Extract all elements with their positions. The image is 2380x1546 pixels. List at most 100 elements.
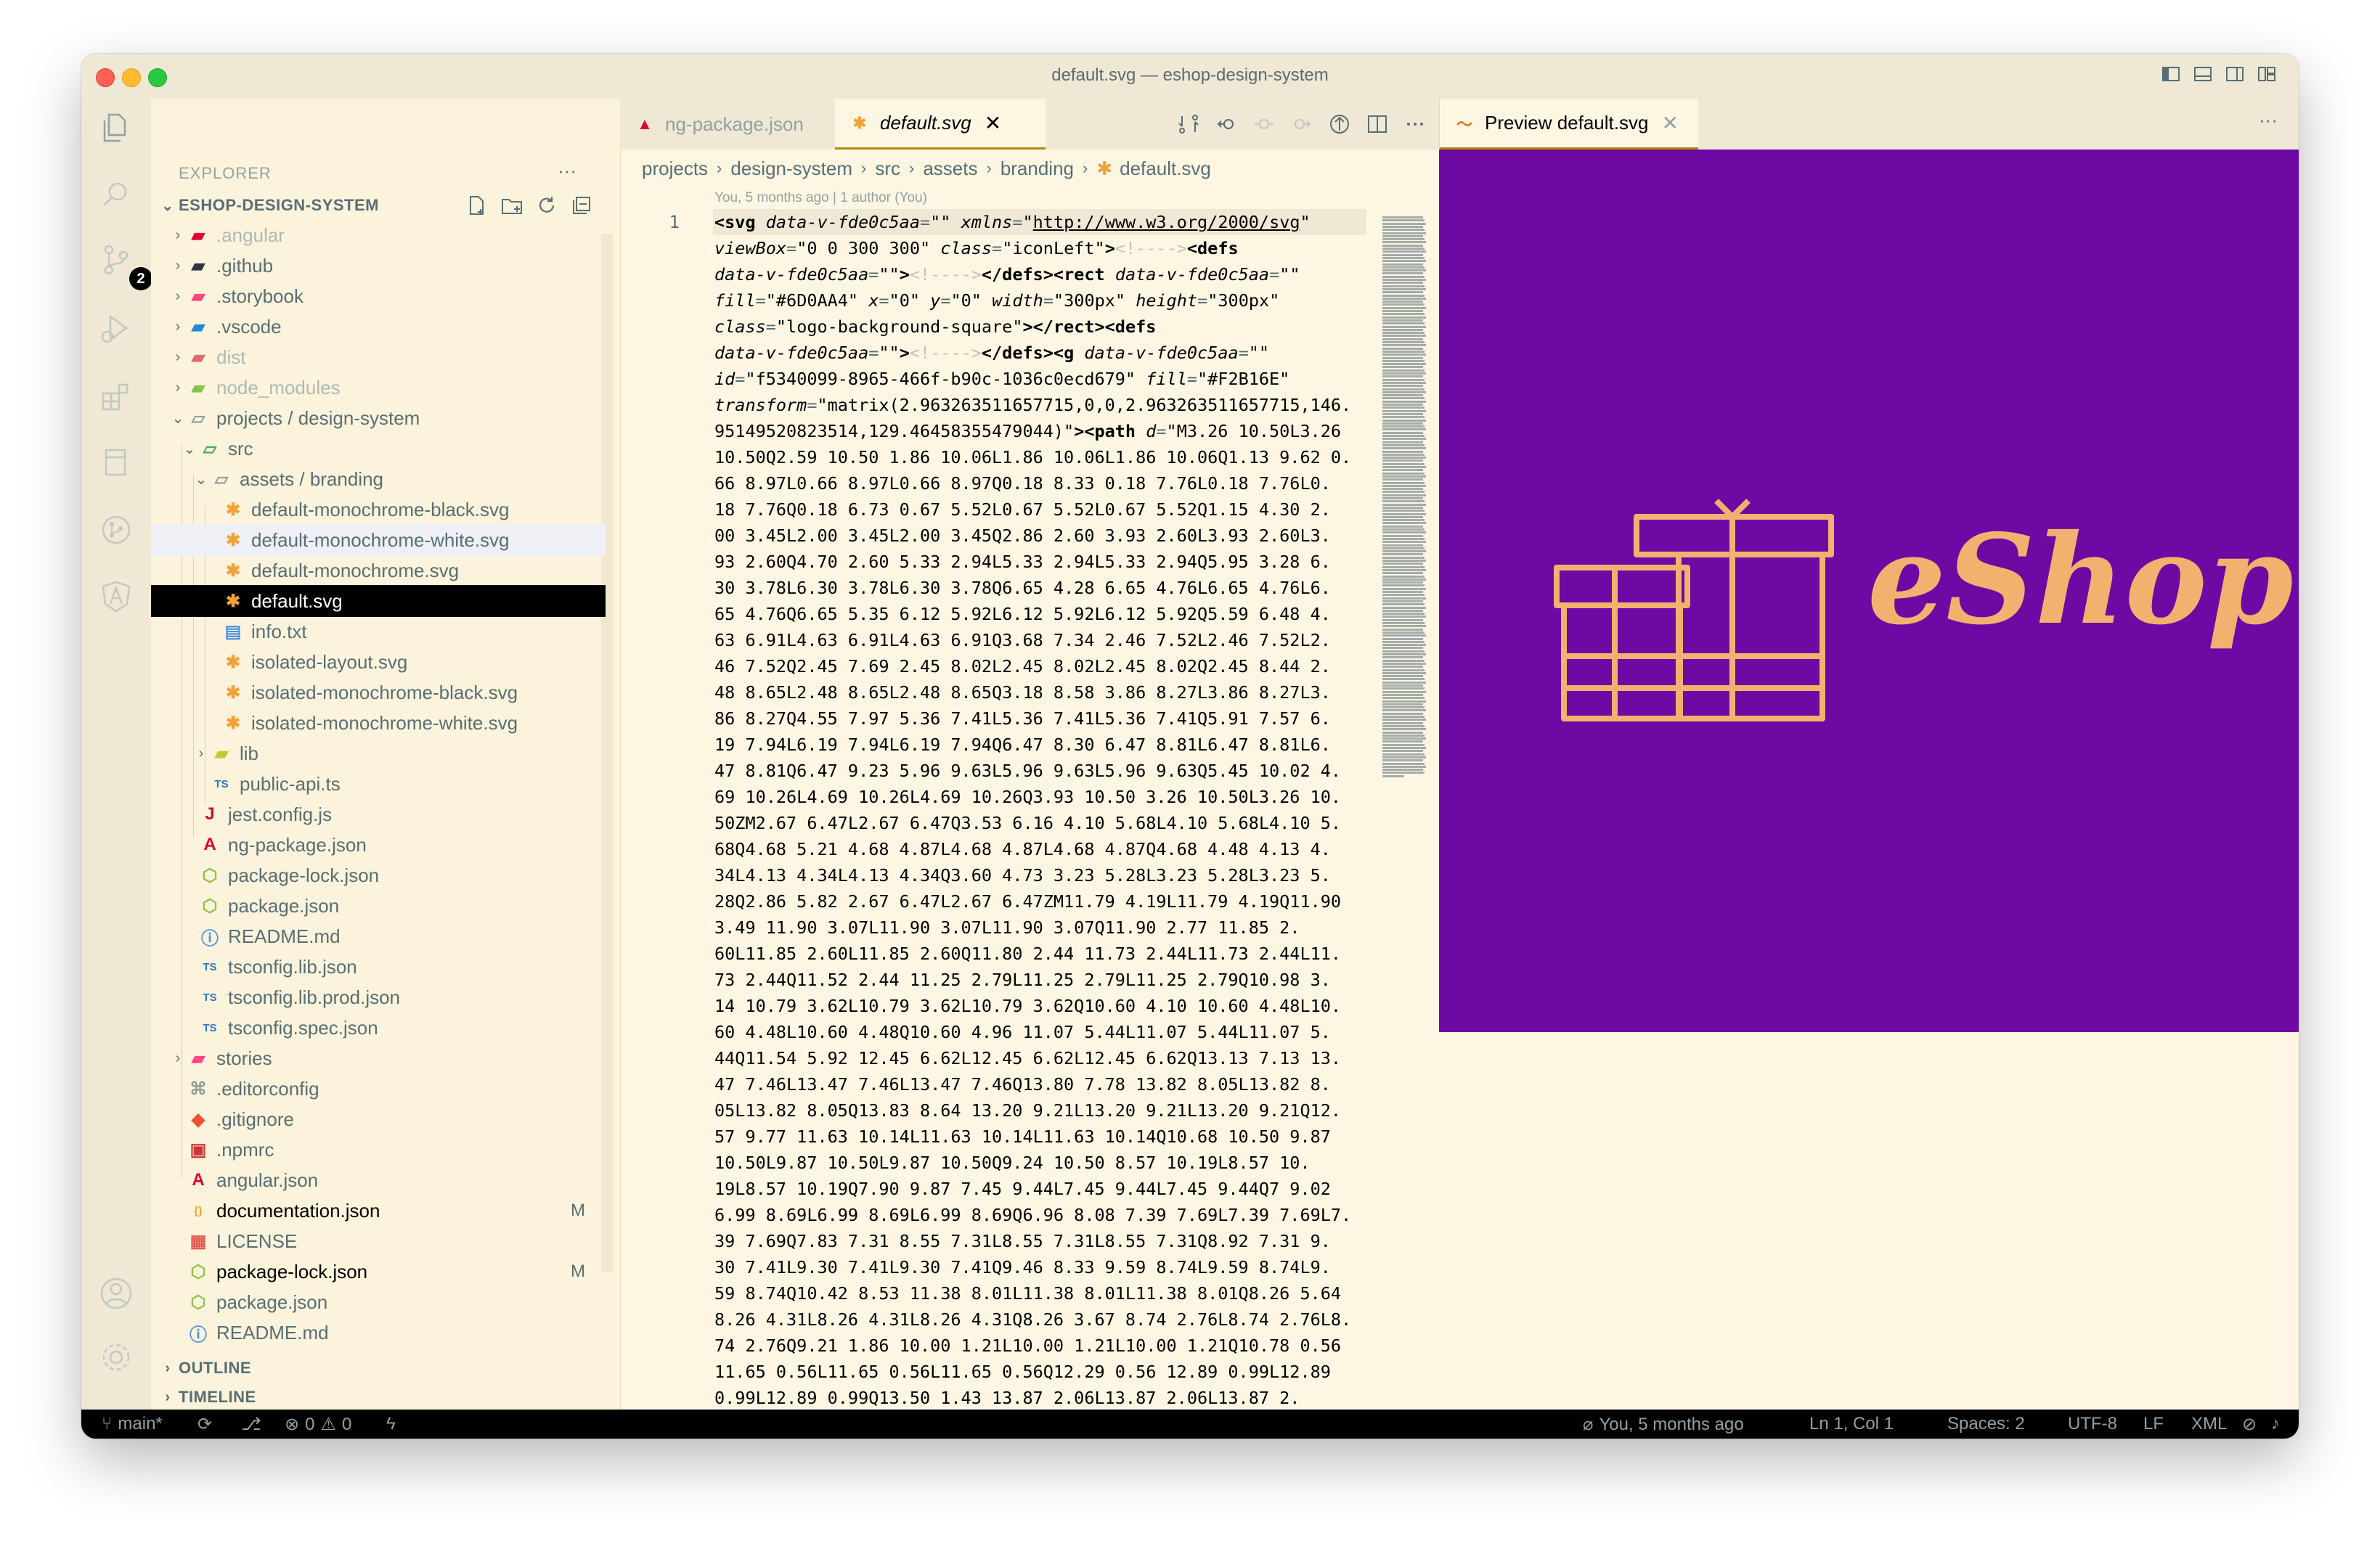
toggle-secondary-sidebar-icon[interactable]: [2225, 64, 2245, 84]
tree-item-label: angular.json: [216, 1169, 319, 1191]
tree-item[interactable]: ⬡ package.json: [151, 890, 606, 922]
tree-item[interactable]: Ang-package.json: [151, 829, 606, 861]
split-editor-icon[interactable]: [1366, 113, 1388, 135]
minimap-line: [1382, 335, 1426, 338]
search-icon[interactable]: [97, 176, 135, 213]
angular-icon[interactable]: [97, 578, 135, 615]
remote-explorer-icon[interactable]: [97, 444, 135, 482]
tree-item[interactable]: ✱ isolated-monochrome-black.svg: [151, 676, 606, 708]
toggle-sidebar-icon[interactable]: [2161, 64, 2181, 84]
lightning-icon[interactable]: ϟ: [386, 1414, 396, 1434]
tree-item[interactable]: › ▰ .vscode: [151, 311, 606, 343]
tree-item[interactable]: ✱ default-monochrome-white.svg: [151, 524, 606, 556]
tree-item[interactable]: ✱ default-monochrome.svg: [151, 555, 606, 586]
tree-item[interactable]: ✱ isolated-layout.svg: [151, 646, 606, 678]
close-tab-icon[interactable]: ✕: [1661, 111, 1678, 135]
git-graph-icon[interactable]: [97, 511, 135, 549]
outline-section-header[interactable]: › OUTLINE: [157, 1359, 607, 1378]
tree-item[interactable]: {} documentation.json M: [151, 1195, 606, 1227]
account-icon[interactable]: [97, 1275, 135, 1312]
publish-icon[interactable]: ⎇: [241, 1414, 261, 1435]
tree-item[interactable]: › ▰ .storybook: [151, 280, 606, 312]
tree-item[interactable]: ▤ info.txt: [151, 615, 606, 647]
tree-item[interactable]: › ▰ lib: [151, 737, 606, 769]
code-content[interactable]: <svg data-v-fde0c5aa="" xmlns="http://ww…: [714, 209, 1368, 1411]
tree-item[interactable]: TS public-api.ts: [151, 768, 606, 800]
explorer-root-header[interactable]: ⌄ ESHOP-DESIGN-SYSTEM: [157, 196, 379, 215]
tree-item[interactable]: ⬡ package.json: [151, 1286, 606, 1318]
more-actions-icon[interactable]: [1404, 113, 1426, 135]
run-debug-icon[interactable]: [97, 309, 135, 347]
source-control-icon[interactable]: 2: [97, 241, 152, 290]
collapse-all-icon[interactable]: [569, 193, 594, 218]
settings-gear-icon[interactable]: [97, 1338, 135, 1376]
tree-item[interactable]: › ▰ .angular: [151, 219, 606, 251]
tree-item[interactable]: ✱ default.svg: [151, 585, 606, 617]
breadcrumb-item[interactable]: branding: [1001, 158, 1074, 180]
notifications-icon[interactable]: ♪: [2271, 1414, 2280, 1434]
tree-item[interactable]: TS tsconfig.spec.json: [151, 1012, 606, 1044]
sync-icon[interactable]: ⟳: [197, 1414, 212, 1435]
breadcrumb-item[interactable]: assets: [923, 158, 977, 180]
eol-status[interactable]: LF: [2143, 1414, 2164, 1434]
tree-item[interactable]: TS tsconfig.lib.json: [151, 951, 606, 983]
encoding-status[interactable]: UTF-8: [2068, 1414, 2117, 1434]
tree-item[interactable]: ⓘ README.md: [151, 1317, 606, 1349]
breadcrumb-item[interactable]: projects: [642, 158, 708, 180]
tree-item[interactable]: › ▰ .github: [151, 250, 606, 282]
tab-default-svg[interactable]: ✱ default.svg ✕: [835, 99, 1046, 150]
more-actions-icon[interactable]: ···: [2259, 109, 2278, 131]
tree-item[interactable]: ⌄ ▱ src: [151, 433, 606, 465]
explorer-icon[interactable]: [97, 109, 135, 147]
open-changes-icon[interactable]: [1329, 113, 1350, 135]
go-back-change-icon[interactable]: [1215, 113, 1237, 135]
explorer-more-actions-button[interactable]: ···: [558, 160, 576, 182]
minimap-line: [1382, 528, 1425, 531]
tree-item[interactable]: ▣ .npmrc: [151, 1134, 606, 1166]
toggle-panel-icon[interactable]: [2193, 64, 2213, 84]
close-tab-icon[interactable]: ✕: [985, 111, 1001, 135]
tree-item[interactable]: ⌘ .editorconfig: [151, 1073, 606, 1105]
new-folder-icon[interactable]: [500, 193, 524, 218]
indentation-status[interactable]: Spaces: 2: [1947, 1414, 2025, 1434]
breadcrumb-item[interactable]: src: [875, 158, 900, 180]
compare-changes-icon[interactable]: [1178, 113, 1199, 135]
minimap-line: [1382, 260, 1426, 263]
tree-item[interactable]: ✱ default-monochrome-black.svg: [151, 494, 606, 525]
tree-item[interactable]: › ▰ node_modules: [151, 372, 606, 404]
tab-ng-package-json[interactable]: ▲ ng-package.json: [620, 99, 849, 150]
codelens-blame[interactable]: You, 5 months ago | 1 author (You): [714, 190, 927, 206]
customize-layout-icon[interactable]: [2257, 64, 2277, 84]
refresh-icon[interactable]: [534, 193, 559, 218]
minimap-line: [1382, 600, 1423, 602]
breadcrumb-item[interactable]: default.svg: [1120, 158, 1211, 180]
tree-item[interactable]: ▦ LICENSE: [151, 1225, 606, 1257]
extensions-icon[interactable]: [97, 377, 135, 415]
breadcrumb-item[interactable]: design-system: [730, 158, 852, 180]
cursor-position[interactable]: Ln 1, Col 1: [1809, 1414, 1894, 1434]
commit-icon[interactable]: [1253, 113, 1275, 135]
tree-item[interactable]: ◆ .gitignore: [151, 1103, 606, 1135]
tree-item[interactable]: ⓘ README.md: [151, 920, 606, 952]
tree-item[interactable]: Aangular.json: [151, 1164, 606, 1196]
tree-item[interactable]: TS tsconfig.lib.prod.json: [151, 981, 606, 1013]
tree-item[interactable]: ⬡ package-lock.json: [151, 859, 606, 891]
new-file-icon[interactable]: [465, 193, 489, 218]
timeline-section-header[interactable]: › TIMELINE: [157, 1388, 256, 1407]
tree-item[interactable]: ⌄ ▱ projects / design-system: [151, 402, 606, 434]
tree-item[interactable]: ⌄ ▱ assets / branding: [151, 463, 606, 495]
branch-status[interactable]: ⑂ main*: [102, 1414, 163, 1434]
go-forward-change-icon[interactable]: [1291, 113, 1313, 135]
tree-item[interactable]: › ▰ stories: [151, 1042, 606, 1074]
problems-status[interactable]: ⊗ 0 ⚠ 0: [285, 1414, 351, 1435]
code-editor[interactable]: You, 5 months ago | 1 author (You) 1 <sv…: [620, 187, 1439, 1410]
minimap[interactable]: [1382, 216, 1429, 785]
copilot-icon[interactable]: ⊘: [2242, 1414, 2257, 1435]
tree-item[interactable]: ✱ isolated-monochrome-white.svg: [151, 707, 606, 739]
language-mode[interactable]: XML: [2191, 1414, 2227, 1434]
tree-item[interactable]: ⬡ package-lock.json M: [151, 1256, 606, 1288]
tree-item[interactable]: › ▰ dist: [151, 341, 606, 373]
blame-status[interactable]: ⌀ You, 5 months ago: [1583, 1414, 1744, 1435]
tree-item[interactable]: Jjest.config.js: [151, 798, 606, 830]
tab-preview-default-svg[interactable]: 〜 Preview default.svg ✕: [1440, 99, 1698, 150]
